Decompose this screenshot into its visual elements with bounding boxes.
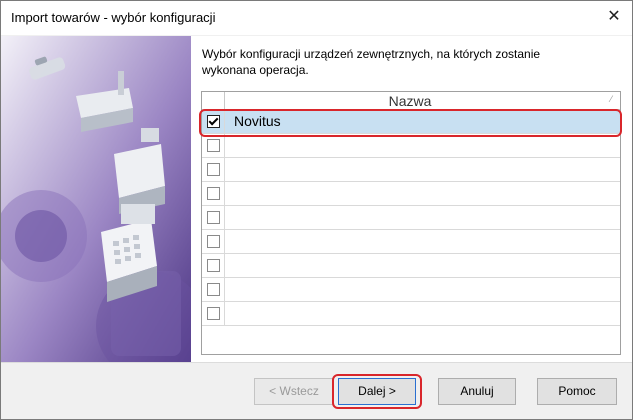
table-row[interactable] [202,134,620,158]
table-row[interactable] [202,278,620,302]
checkbox-icon[interactable] [207,187,220,200]
wizard-banner-image [1,36,191,362]
help-button[interactable]: Pomoc [537,378,617,405]
table-row[interactable] [202,254,620,278]
checkbox-cell [202,134,225,157]
header-check-column [202,92,225,109]
table-row[interactable] [202,182,620,206]
column-header-name[interactable]: Nazwa [225,93,595,109]
checkbox-cell [202,230,225,253]
checkbox-icon[interactable] [207,211,220,224]
checkbox-icon[interactable] [207,163,220,176]
table-row[interactable] [202,206,620,230]
checkbox-icon[interactable] [207,139,220,152]
checkbox-cell [202,302,225,325]
title-bar: Import towarów - wybór konfiguracji ✕ [1,1,632,35]
checkbox-cell [202,206,225,229]
table-row[interactable] [202,302,620,326]
dialog-window: Import towarów - wybór konfiguracji ✕ Wy… [0,0,633,420]
checkbox-cell [202,182,225,205]
footer-separator [1,362,632,363]
highlight-selected-row [199,109,622,137]
checkbox-cell [202,254,225,277]
window-title: Import towarów - wybór konfiguracji [11,10,216,25]
grid-header: Nazwa ⁄ [202,92,620,110]
sort-icon: ⁄ [610,94,612,104]
checkbox-icon[interactable] [207,283,220,296]
checkbox-cell [202,278,225,301]
checkbox-icon[interactable] [207,307,220,320]
wizard-content: Wybór konfiguracji urządzeń zewnętrznych… [191,36,632,362]
checkbox-icon[interactable] [207,259,220,272]
checkbox-cell [202,158,225,181]
cancel-button[interactable]: Anuluj [438,378,516,405]
back-button[interactable]: < Wstecz [254,378,334,405]
instruction-text: Wybór konfiguracji urządzeń zewnętrznych… [202,47,541,77]
close-icon[interactable]: ✕ [602,6,626,28]
table-row[interactable] [202,230,620,254]
wizard-banner-art [1,36,191,362]
checkbox-icon[interactable] [207,235,220,248]
highlight-next-button [332,374,422,409]
table-row[interactable] [202,158,620,182]
